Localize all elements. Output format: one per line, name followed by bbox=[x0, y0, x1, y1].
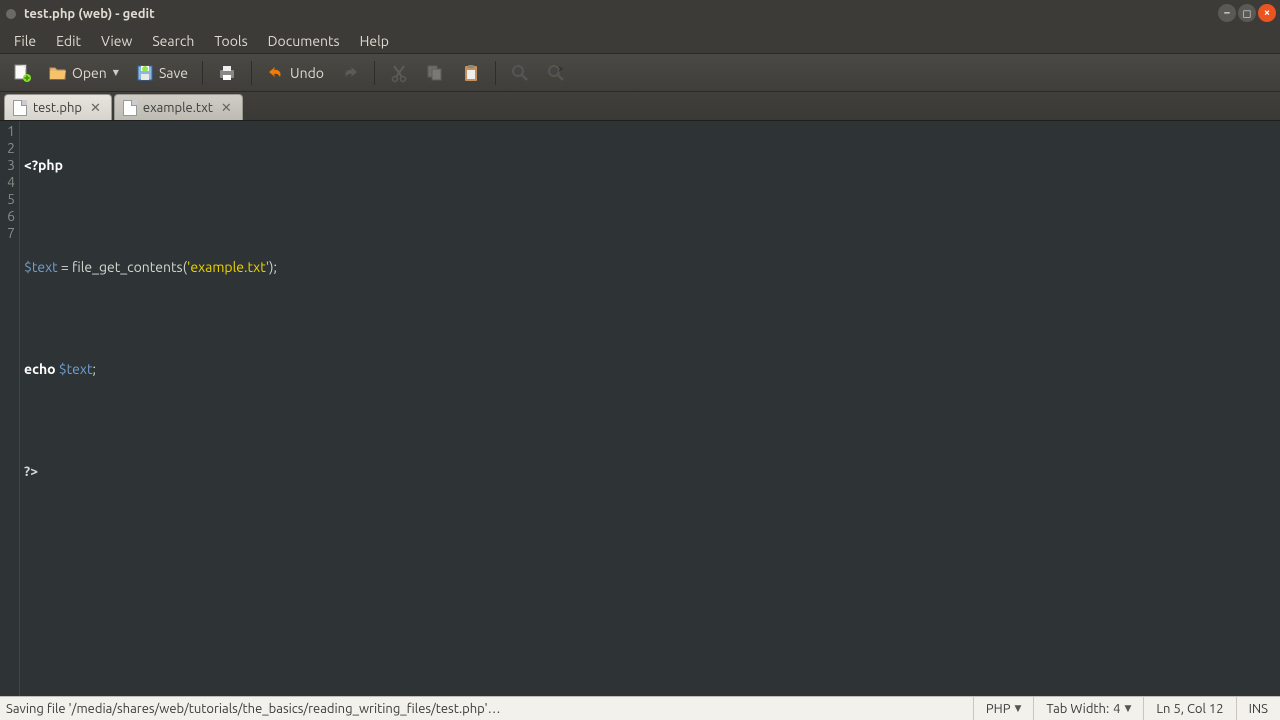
menu-edit[interactable]: Edit bbox=[46, 30, 91, 52]
open-button[interactable]: Open ▼ bbox=[42, 59, 125, 87]
minimize-button[interactable]: – bbox=[1218, 4, 1236, 22]
open-folder-icon bbox=[48, 63, 68, 83]
code-token: $text bbox=[24, 259, 58, 275]
tab-label: test.php bbox=[33, 101, 82, 115]
language-label: PHP bbox=[986, 702, 1011, 716]
tabwidth-value: 4 bbox=[1113, 702, 1120, 716]
file-icon bbox=[123, 100, 137, 116]
search-icon bbox=[510, 63, 530, 83]
undo-button[interactable]: Undo bbox=[260, 59, 330, 87]
window-controls: – ◻ × bbox=[1218, 4, 1276, 22]
status-bar: Saving file '/media/shares/web/tutorials… bbox=[0, 696, 1280, 720]
toolbar-separator bbox=[374, 61, 375, 85]
menu-bar: File Edit View Search Tools Documents He… bbox=[0, 28, 1280, 54]
save-icon bbox=[135, 63, 155, 83]
tab-test-php[interactable]: test.php ✕ bbox=[4, 94, 112, 120]
cut-button bbox=[383, 59, 415, 87]
find-button[interactable] bbox=[504, 59, 536, 87]
code-token: ); bbox=[269, 259, 277, 275]
code-token: file_get_contents bbox=[72, 259, 183, 275]
code-token: ?> bbox=[24, 463, 38, 479]
toolbar: Open ▼ Save Undo bbox=[0, 54, 1280, 92]
language-selector[interactable]: PHP ▼ bbox=[973, 697, 1034, 720]
insert-mode[interactable]: INS bbox=[1236, 697, 1280, 720]
menu-search[interactable]: Search bbox=[142, 30, 204, 52]
code-content[interactable]: <?php $text = file_get_contents('example… bbox=[20, 121, 1280, 696]
app-indicator-icon bbox=[6, 9, 16, 19]
new-file-button[interactable] bbox=[6, 59, 38, 87]
code-token: ; bbox=[92, 361, 95, 377]
cursor-label: Ln 5, Col 12 bbox=[1156, 702, 1223, 716]
tab-example-txt[interactable]: example.txt ✕ bbox=[114, 94, 243, 120]
close-tab-icon[interactable]: ✕ bbox=[88, 101, 103, 116]
maximize-button[interactable]: ◻ bbox=[1238, 4, 1256, 22]
save-label: Save bbox=[159, 65, 188, 81]
file-icon bbox=[13, 100, 27, 116]
code-token: echo bbox=[24, 361, 56, 377]
cursor-position: Ln 5, Col 12 bbox=[1143, 697, 1235, 720]
line-number-gutter: 1234567 bbox=[0, 121, 20, 696]
menu-help[interactable]: Help bbox=[350, 30, 399, 52]
menu-tools[interactable]: Tools bbox=[204, 30, 257, 52]
new-file-icon bbox=[12, 63, 32, 83]
toolbar-separator bbox=[202, 61, 203, 85]
code-token: example.txt bbox=[190, 259, 265, 275]
window-title: test.php (web) - gedit bbox=[24, 7, 155, 21]
toolbar-separator bbox=[495, 61, 496, 85]
code-token: $text bbox=[59, 361, 93, 377]
insert-label: INS bbox=[1249, 702, 1268, 716]
code-token: = bbox=[58, 259, 72, 275]
print-icon bbox=[217, 63, 237, 83]
close-tab-icon[interactable]: ✕ bbox=[219, 101, 234, 116]
tabwidth-label: Tab Width: bbox=[1046, 702, 1109, 716]
menu-file[interactable]: File bbox=[4, 30, 46, 52]
paste-icon bbox=[461, 63, 481, 83]
dropdown-icon: ▼ bbox=[1014, 703, 1021, 714]
copy-icon bbox=[425, 63, 445, 83]
undo-label: Undo bbox=[290, 65, 324, 81]
save-button[interactable]: Save bbox=[129, 59, 194, 87]
editor-area[interactable]: 1234567 <?php $text = file_get_contents(… bbox=[0, 121, 1280, 696]
print-button[interactable] bbox=[211, 59, 243, 87]
redo-button bbox=[334, 59, 366, 87]
status-message: Saving file '/media/shares/web/tutorials… bbox=[0, 702, 973, 716]
tabwidth-selector[interactable]: Tab Width: 4 ▼ bbox=[1033, 697, 1143, 720]
copy-button bbox=[419, 59, 451, 87]
tab-bar: test.php ✕ example.txt ✕ bbox=[0, 92, 1280, 121]
find-replace-icon bbox=[546, 63, 566, 83]
code-token: <?php bbox=[24, 157, 63, 173]
open-label: Open bbox=[72, 65, 107, 81]
undo-icon bbox=[266, 63, 286, 83]
tab-label: example.txt bbox=[143, 101, 213, 115]
redo-icon bbox=[340, 63, 360, 83]
toolbar-separator bbox=[251, 61, 252, 85]
find-replace-button[interactable] bbox=[540, 59, 572, 87]
menu-view[interactable]: View bbox=[91, 30, 142, 52]
paste-button[interactable] bbox=[455, 59, 487, 87]
title-bar: test.php (web) - gedit – ◻ × bbox=[0, 0, 1280, 28]
dropdown-icon[interactable]: ▼ bbox=[113, 68, 119, 77]
menu-documents[interactable]: Documents bbox=[258, 30, 350, 52]
close-button[interactable]: × bbox=[1258, 4, 1276, 22]
dropdown-icon: ▼ bbox=[1125, 703, 1132, 714]
cut-icon bbox=[389, 63, 409, 83]
